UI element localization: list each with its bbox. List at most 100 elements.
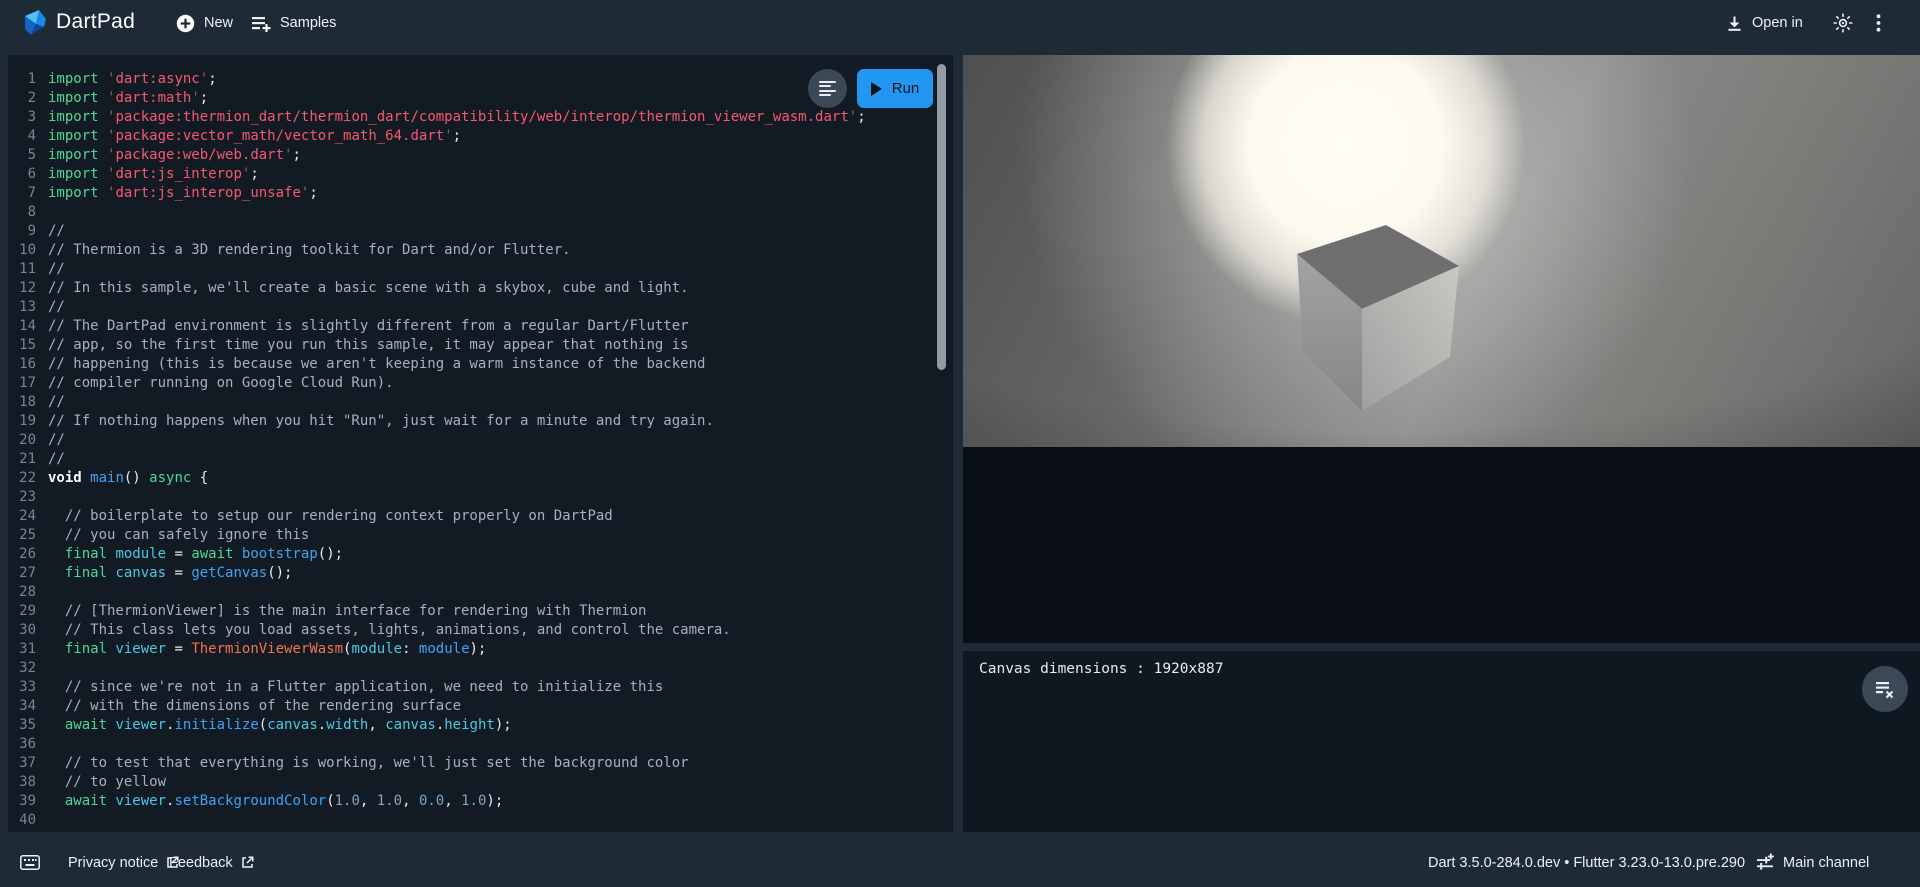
open-in-button[interactable]: Open in xyxy=(1726,0,1803,46)
code-line[interactable]: 18// xyxy=(8,393,953,412)
line-number: 30 xyxy=(8,621,48,640)
code-line[interactable]: 26 final module = await bootstrap(); xyxy=(8,545,953,564)
console-output: Canvas dimensions : 1920x887 xyxy=(979,659,1223,680)
line-number: 16 xyxy=(8,355,48,374)
line-number: 11 xyxy=(8,260,48,279)
editor-scrollbar[interactable] xyxy=(937,64,946,370)
line-number: 26 xyxy=(8,545,48,564)
code-line[interactable]: 21// xyxy=(8,450,953,469)
code-line[interactable]: 31 final viewer = ThermionViewerWasm(mod… xyxy=(8,640,953,659)
code-line[interactable]: 30 // This class lets you load assets, l… xyxy=(8,621,953,640)
code-line[interactable]: 16// happening (this is because we aren'… xyxy=(8,355,953,374)
new-button-label: New xyxy=(204,15,233,31)
feedback-label: Feedback xyxy=(169,855,233,871)
new-button[interactable]: New xyxy=(176,0,233,46)
code-line[interactable]: 27 final canvas = getCanvas(); xyxy=(8,564,953,583)
code-line[interactable]: 40 xyxy=(8,811,953,830)
code-line[interactable]: 22void main() async { xyxy=(8,469,953,488)
code-line[interactable]: 38 // to yellow xyxy=(8,773,953,792)
rendered-cube xyxy=(1288,220,1463,420)
line-number: 20 xyxy=(8,431,48,450)
code-lines: 1import 'dart:async';2import 'dart:math'… xyxy=(8,70,953,830)
code-line[interactable]: 10// Thermion is a 3D rendering toolkit … xyxy=(8,241,953,260)
open-in-label: Open in xyxy=(1752,15,1803,31)
line-number: 32 xyxy=(8,659,48,678)
clear-console-button[interactable] xyxy=(1862,666,1908,712)
line-number: 37 xyxy=(8,754,48,773)
line-number: 3 xyxy=(8,108,48,127)
format-button[interactable] xyxy=(808,69,847,108)
line-number: 17 xyxy=(8,374,48,393)
code-line[interactable]: 11// xyxy=(8,260,953,279)
code-line[interactable]: 20// xyxy=(8,431,953,450)
line-number: 4 xyxy=(8,127,48,146)
dart-logo-icon xyxy=(22,9,48,37)
line-number: 2 xyxy=(8,89,48,108)
code-line[interactable]: 36 xyxy=(8,735,953,754)
app-header: DartPad New Samples xyxy=(0,0,1920,46)
code-line[interactable]: 35 await viewer.initialize(canvas.width,… xyxy=(8,716,953,735)
line-number: 15 xyxy=(8,336,48,355)
code-line[interactable]: 34 // with the dimensions of the renderi… xyxy=(8,697,953,716)
code-line[interactable]: 19// If nothing happens when you hit "Ru… xyxy=(8,412,953,431)
code-line[interactable]: 32 xyxy=(8,659,953,678)
line-number: 35 xyxy=(8,716,48,735)
code-line[interactable]: 37 // to test that everything is working… xyxy=(8,754,953,773)
download-icon xyxy=(1726,15,1743,32)
code-line[interactable]: 17// compiler running on Google Cloud Ru… xyxy=(8,374,953,393)
overflow-menu-button[interactable] xyxy=(1876,0,1881,46)
line-number: 24 xyxy=(8,507,48,526)
code-line[interactable]: 7import 'dart:js_interop_unsafe'; xyxy=(8,184,953,203)
code-line[interactable]: 24 // boilerplate to setup our rendering… xyxy=(8,507,953,526)
privacy-notice-label: Privacy notice xyxy=(68,855,158,871)
theme-brightness-button[interactable] xyxy=(1833,0,1853,46)
line-number: 38 xyxy=(8,773,48,792)
run-button[interactable]: Run xyxy=(857,69,933,108)
code-line[interactable]: 15// app, so the first time you run this… xyxy=(8,336,953,355)
line-number: 19 xyxy=(8,412,48,431)
code-line[interactable]: 39 await viewer.setBackgroundColor(1.0, … xyxy=(8,792,953,811)
code-line[interactable]: 4import 'package:vector_math/vector_math… xyxy=(8,127,953,146)
code-line[interactable]: 8 xyxy=(8,203,953,222)
line-number: 36 xyxy=(8,735,48,754)
channel-selector-button[interactable]: Main channel xyxy=(1756,838,1869,887)
code-line[interactable]: 25 // you can safely ignore this xyxy=(8,526,953,545)
line-number: 12 xyxy=(8,279,48,298)
samples-button[interactable]: Samples xyxy=(251,0,336,46)
line-number: 23 xyxy=(8,488,48,507)
code-editor-panel[interactable]: 1import 'dart:async';2import 'dart:math'… xyxy=(8,55,953,832)
line-number: 14 xyxy=(8,317,48,336)
line-number: 40 xyxy=(8,811,48,830)
code-line[interactable]: 9// xyxy=(8,222,953,241)
console-panel: Canvas dimensions : 1920x887 xyxy=(963,651,1920,832)
line-number: 31 xyxy=(8,640,48,659)
keyboard-icon xyxy=(20,855,40,870)
playlist-add-icon xyxy=(251,14,271,32)
sdk-versions-label: Dart 3.5.0-284.0.dev • Flutter 3.23.0-13… xyxy=(1428,838,1745,887)
line-number: 9 xyxy=(8,222,48,241)
line-number: 28 xyxy=(8,583,48,602)
code-line[interactable]: 13// xyxy=(8,298,953,317)
line-number: 27 xyxy=(8,564,48,583)
external-link-icon xyxy=(241,856,254,869)
feedback-link[interactable]: Feedback xyxy=(169,838,254,887)
code-line[interactable]: 3import 'package:thermion_dart/thermion_… xyxy=(8,108,953,127)
code-line[interactable]: 5import 'package:web/web.dart'; xyxy=(8,146,953,165)
line-number: 8 xyxy=(8,203,48,222)
clear-console-icon xyxy=(1874,678,1896,700)
code-line[interactable]: 6import 'dart:js_interop'; xyxy=(8,165,953,184)
privacy-notice-link[interactable]: Privacy notice xyxy=(68,838,179,887)
line-number: 33 xyxy=(8,678,48,697)
code-line[interactable]: 29 // [ThermionViewer] is the main inter… xyxy=(8,602,953,621)
code-line[interactable]: 33 // since we're not in a Flutter appli… xyxy=(8,678,953,697)
keyboard-shortcuts-button[interactable] xyxy=(20,838,40,887)
dartpad-app: DartPad New Samples xyxy=(0,0,1920,887)
code-line[interactable]: 28 xyxy=(8,583,953,602)
code-line[interactable]: 14// The DartPad environment is slightly… xyxy=(8,317,953,336)
line-number: 21 xyxy=(8,450,48,469)
line-number: 34 xyxy=(8,697,48,716)
line-number: 25 xyxy=(8,526,48,545)
code-line[interactable]: 12// In this sample, we'll create a basi… xyxy=(8,279,953,298)
code-line[interactable]: 23 xyxy=(8,488,953,507)
line-number: 13 xyxy=(8,298,48,317)
